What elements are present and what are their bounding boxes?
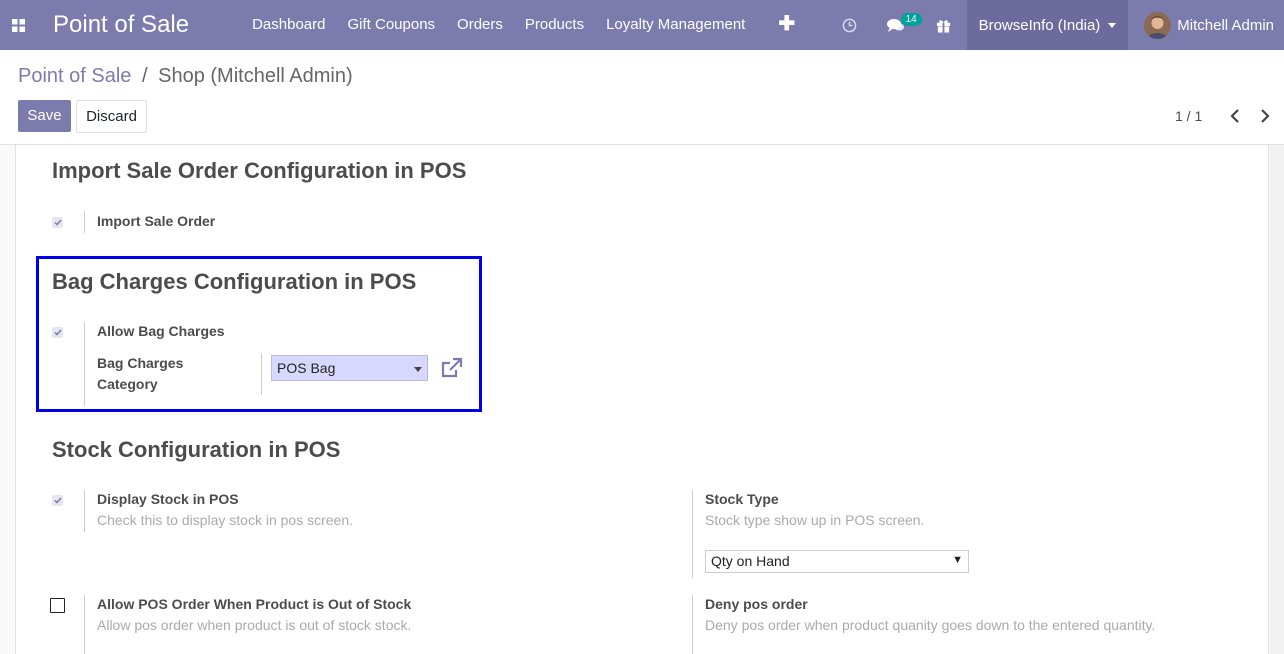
company-switcher[interactable]: BrowseInfo (India) [966, 0, 1129, 50]
menu-products[interactable]: Products [514, 0, 595, 50]
apps-menu-icon[interactable] [0, 0, 36, 50]
display-stock-checkbox[interactable] [52, 495, 63, 506]
breadcrumb-parent-link[interactable]: Point of Sale [18, 65, 131, 87]
field-divider [692, 595, 693, 654]
allow-out-of-stock-label: Allow POS Order When Product is Out of S… [97, 596, 412, 612]
deny-pos-order-label: Deny pos order [705, 596, 808, 612]
control-panel: Point of Sale / Shop (Mitchell Admin) Sa… [0, 50, 1284, 145]
stock-type-value: Qty on Hand [711, 553, 790, 569]
navbar-right: 14 BrowseInfo (India) Mitchell Admin [826, 0, 1284, 50]
import-sale-order-label: Import Sale Order [97, 213, 216, 229]
menu-loyalty-management[interactable]: Loyalty Management [595, 0, 756, 50]
deny-pos-order-help: Deny pos order when product quanity goes… [705, 617, 1156, 633]
menu-orders[interactable]: Orders [446, 0, 514, 50]
caret-down-icon [1108, 22, 1117, 28]
chevron-right-icon[interactable] [1257, 107, 1273, 125]
discard-button[interactable]: Discard [76, 100, 147, 133]
allow-out-of-stock-checkbox[interactable] [50, 598, 65, 613]
field-divider [84, 490, 85, 532]
import-section-title: Import Sale Order Configuration in POS [52, 158, 467, 183]
chevron-left-icon[interactable] [1227, 107, 1243, 125]
plus-icon[interactable]: ✚ [756, 0, 809, 50]
external-link-icon[interactable] [440, 357, 464, 379]
menu-dashboard[interactable]: Dashboard [241, 0, 336, 50]
stock-type-select[interactable]: Qty on Hand ▼ [705, 550, 969, 573]
user-menu[interactable]: Mitchell Admin [1144, 0, 1284, 50]
stock-section-title: Stock Configuration in POS [52, 437, 341, 462]
field-divider [84, 211, 85, 233]
menu-gift-coupons[interactable]: Gift Coupons [336, 0, 446, 50]
check-icon [53, 497, 62, 504]
user-name: Mitchell Admin [1177, 16, 1274, 34]
breadcrumb-current: Shop (Mitchell Admin) [158, 65, 353, 87]
avatar [1144, 11, 1172, 39]
bag-charges-category-label-line2: Category [97, 376, 158, 392]
caret-down-icon [414, 367, 422, 372]
display-stock-label: Display Stock in POS [97, 491, 239, 507]
display-stock-help: Check this to display stock in pos scree… [97, 512, 354, 528]
field-divider [84, 595, 85, 654]
bag-charges-category-label-line1: Bag Charges [97, 355, 184, 371]
field-divider [84, 322, 85, 406]
field-divider [261, 353, 262, 395]
gift-icon[interactable] [920, 0, 967, 50]
scrollbar[interactable] [1270, 145, 1284, 654]
bag-section-title: Bag Charges Configuration in POS [52, 269, 417, 294]
pager-value[interactable]: 1 / 1 [1175, 108, 1202, 124]
dropdown-arrow-icon: ▼ [952, 554, 963, 566]
top-navbar: Point of Sale Dashboard Gift Coupons Ord… [0, 0, 1284, 50]
app-title[interactable]: Point of Sale [53, 11, 189, 39]
save-button[interactable]: Save [18, 100, 71, 132]
main-menu: Dashboard Gift Coupons Orders Products L… [241, 0, 809, 50]
stock-type-label: Stock Type [705, 491, 779, 507]
allow-out-of-stock-help: Allow pos order when product is out of s… [97, 617, 412, 633]
bag-charges-category-label: Bag Charges Category [97, 353, 183, 395]
bag-charges-category-select[interactable]: POS Bag [271, 355, 428, 381]
check-icon [53, 329, 62, 336]
stock-type-help: Stock type show up in POS screen. [705, 512, 925, 528]
breadcrumb-separator: / [141, 65, 148, 87]
check-icon [53, 219, 62, 226]
allow-bag-charges-label: Allow Bag Charges [97, 323, 225, 339]
company-name: BrowseInfo (India) [978, 16, 1101, 34]
allow-bag-charges-checkbox[interactable] [52, 327, 63, 338]
field-divider [692, 490, 693, 578]
breadcrumb: Point of Sale / Shop (Mitchell Admin) [18, 65, 353, 88]
bag-charges-category-value: POS Bag [277, 360, 336, 376]
chat-icon[interactable]: 14 [873, 0, 922, 50]
import-sale-order-checkbox[interactable] [52, 217, 63, 228]
clock-icon[interactable] [826, 0, 873, 50]
chat-badge: 14 [900, 13, 922, 26]
